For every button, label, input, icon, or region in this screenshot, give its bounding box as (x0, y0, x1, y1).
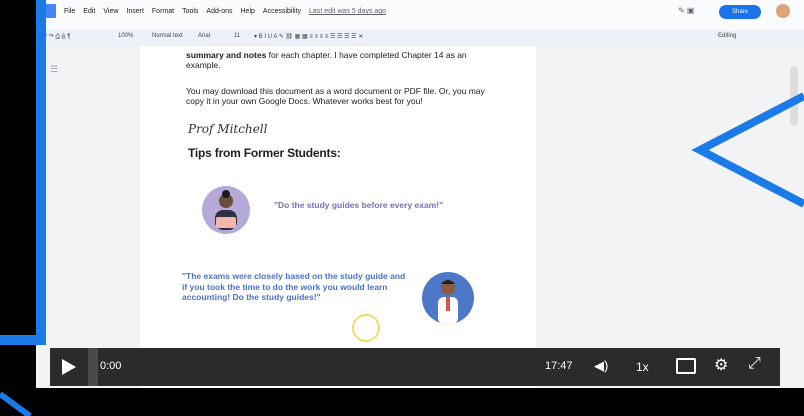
menu-bar: File Edit View Insert Format Tools Add-o… (64, 8, 386, 15)
student-girl-illustration (202, 186, 250, 234)
progress-bar[interactable] (88, 348, 98, 386)
student-boy-illustration (422, 272, 474, 324)
quote-study-guides: "Do the study guides before every exam!" (274, 200, 444, 210)
menu-file[interactable]: File (64, 8, 75, 15)
menu-insert[interactable]: Insert (126, 8, 144, 15)
zoom-select[interactable]: 100% (118, 33, 133, 39)
play-icon[interactable] (62, 359, 76, 375)
fullscreen-icon[interactable]: ⤢ (748, 355, 761, 373)
quote-exams: "The exams were closely based on the stu… (182, 271, 406, 302)
bold-text: summary and notes (186, 50, 267, 60)
font-select[interactable]: Arial (198, 33, 210, 39)
student-girl-icon (215, 190, 237, 230)
menu-tools[interactable]: Tools (182, 8, 198, 15)
docs-toolbar: ↶ ↷ ⎙ A̲ ¶ 100% Normal text Arial 11 ▾ B… (36, 30, 804, 46)
paragraph-summary: summary and notes for each chapter. I ha… (186, 50, 486, 70)
menu-addons[interactable]: Add-ons (206, 8, 232, 15)
screen: File Edit View Insert Format Tools Add-o… (0, 0, 804, 416)
current-time: 0:00 (100, 360, 122, 372)
menu-view[interactable]: View (103, 8, 118, 15)
menu-format[interactable]: Format (152, 8, 174, 15)
style-select[interactable]: Normal text (152, 33, 183, 39)
avatar[interactable] (776, 4, 790, 18)
last-edit-link[interactable]: Last edit was 5 days ago (309, 8, 386, 15)
format-icons[interactable]: ▾ B I U A ✎ ⛓ ▦ ▦ ≡ ≡ ≡ ≡ ☰ ☰ ☰ ☰ ✕ (254, 33, 363, 40)
video-control-bar: 0:00 17:47 ◀) 1x ⚙ ⤢ (50, 348, 780, 386)
comment-icon[interactable]: ✎ ▣ (678, 6, 694, 15)
annotation-arrow-right (691, 92, 804, 208)
captions-icon[interactable] (676, 358, 696, 374)
outline-icon[interactable]: ☰ (50, 64, 58, 75)
font-size-select[interactable]: 11 (234, 33, 240, 39)
speed-button[interactable]: 1x (636, 360, 649, 374)
student-boy-icon (438, 280, 458, 324)
docs-menubar: File Edit View Insert Format Tools Add-o… (36, 0, 804, 30)
video-bottom-letterbox (36, 388, 804, 416)
cursor-highlight (352, 314, 380, 342)
undo-icon[interactable]: ↶ ↷ ⎙ A̲ ¶ (42, 33, 70, 41)
gear-icon[interactable]: ⚙ (714, 355, 728, 375)
paragraph-download: You may download this document as a word… (186, 86, 485, 106)
menu-help[interactable]: Help (241, 8, 255, 15)
docs-logo-icon[interactable] (46, 4, 56, 18)
signature: Prof Mitchell (188, 122, 268, 136)
tips-heading: Tips from Former Students: (188, 146, 341, 160)
annotation-bracket-left (0, 0, 46, 345)
menu-edit[interactable]: Edit (83, 8, 95, 15)
editing-mode[interactable]: Editing (718, 33, 736, 39)
total-time: 17:47 (545, 360, 573, 372)
share-button[interactable]: Share (719, 5, 761, 19)
menu-accessibility[interactable]: Accessibility (263, 8, 301, 15)
volume-icon[interactable]: ◀) (594, 358, 608, 374)
